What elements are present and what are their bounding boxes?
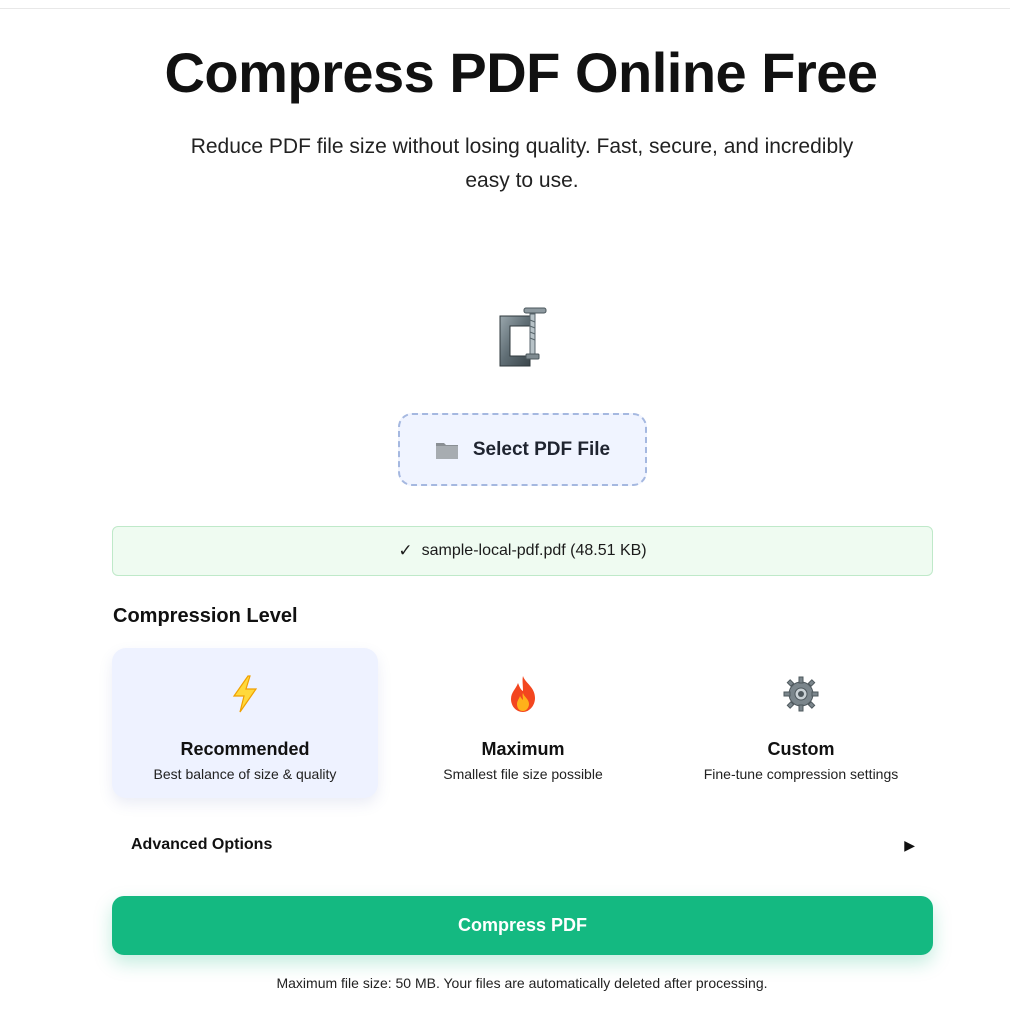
lightning-icon [225,674,265,714]
compression-level-heading: Compression Level [113,605,298,627]
select-pdf-label: Select PDF File [472,438,611,460]
folder-icon [435,440,459,460]
level-name: Recommended [180,739,310,759]
advanced-options-toggle[interactable]: Advanced Options ▶ [131,834,915,856]
level-card-maximum[interactable]: Maximum Smallest file size possible [390,648,656,798]
advanced-options-label: Advanced Options [131,836,273,853]
page-subtitle: Reduce PDF file size without losing qual… [190,135,854,192]
level-name: Custom [767,739,835,759]
level-description: Best balance of size & quality [153,766,337,782]
page: Compress PDF Online Free Reduce PDF file… [0,0,1010,1024]
level-name: Maximum [481,739,565,759]
gear-icon [781,674,821,714]
fire-icon [503,674,543,714]
page-title: Compress PDF Online Free [164,41,878,104]
level-description: Fine-tune compression settings [703,766,899,782]
level-card-custom[interactable]: Custom Fine-tune compression settings [668,648,934,798]
level-description: Smallest file size possible [443,766,603,782]
checkmark-icon: ✓ [398,541,413,560]
clamp-icon [490,306,556,374]
selected-file-banner: ✓ sample-local-pdf.pdf (48.51 KB) [112,526,933,576]
select-pdf-button[interactable]: Select PDF File [398,413,647,486]
compress-pdf-button[interactable]: Compress PDF [112,896,933,955]
selected-file-info: sample-local-pdf.pdf (48.51 KB) [421,542,647,559]
level-card-recommended[interactable]: Recommended Best balance of size & quali… [112,648,378,798]
file-size-note: Maximum file size: 50 MB. Your files are… [276,975,768,991]
top-divider [0,8,1010,9]
expand-arrow-icon: ▶ [904,836,915,853]
